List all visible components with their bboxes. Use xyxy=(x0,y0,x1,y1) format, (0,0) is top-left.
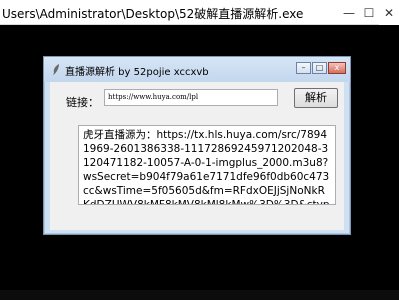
dialog-minimize-button[interactable]: – xyxy=(296,62,311,74)
console-title-bar: Users\Administrator\Desktop\52破解直播源解析.ex… xyxy=(0,0,399,25)
dialog-window-controls: – □ x xyxy=(296,62,346,74)
console-bottom-edge xyxy=(0,290,399,300)
console-title: Users\Administrator\Desktop\52破解直播源解析.ex… xyxy=(2,7,304,21)
console-close-button[interactable]: ✕ xyxy=(379,0,399,25)
console-maximize-button[interactable]: ☐ xyxy=(359,0,379,25)
parse-button[interactable]: 解析 xyxy=(294,88,338,108)
url-input[interactable]: https://www.huya.com/lpl xyxy=(104,89,278,106)
dialog-client-area: 链接： https://www.huya.com/lpl 解析 虎牙直播源为：h… xyxy=(50,82,344,230)
dialog-close-button[interactable]: x xyxy=(328,62,346,74)
console-window-controls: — ☐ ✕ xyxy=(339,0,399,25)
dialog-title-bar[interactable]: 直播源解析 by 52pojie xccxvb – □ x xyxy=(44,57,350,82)
result-textarea[interactable]: 虎牙直播源为：https://tx.hls.huya.com/src/78941… xyxy=(78,125,336,205)
parser-dialog: 直播源解析 by 52pojie xccxvb – □ x 链接： https:… xyxy=(43,56,351,235)
console-minimize-button[interactable]: — xyxy=(339,0,359,25)
dialog-maximize-button[interactable]: □ xyxy=(312,62,327,74)
link-label: 链接： xyxy=(66,96,99,109)
result-text: 虎牙直播源为：https://tx.hls.huya.com/src/78941… xyxy=(83,129,330,205)
dialog-title: 直播源解析 by 52pojie xccxvb xyxy=(65,67,209,78)
feather-icon xyxy=(53,64,59,75)
